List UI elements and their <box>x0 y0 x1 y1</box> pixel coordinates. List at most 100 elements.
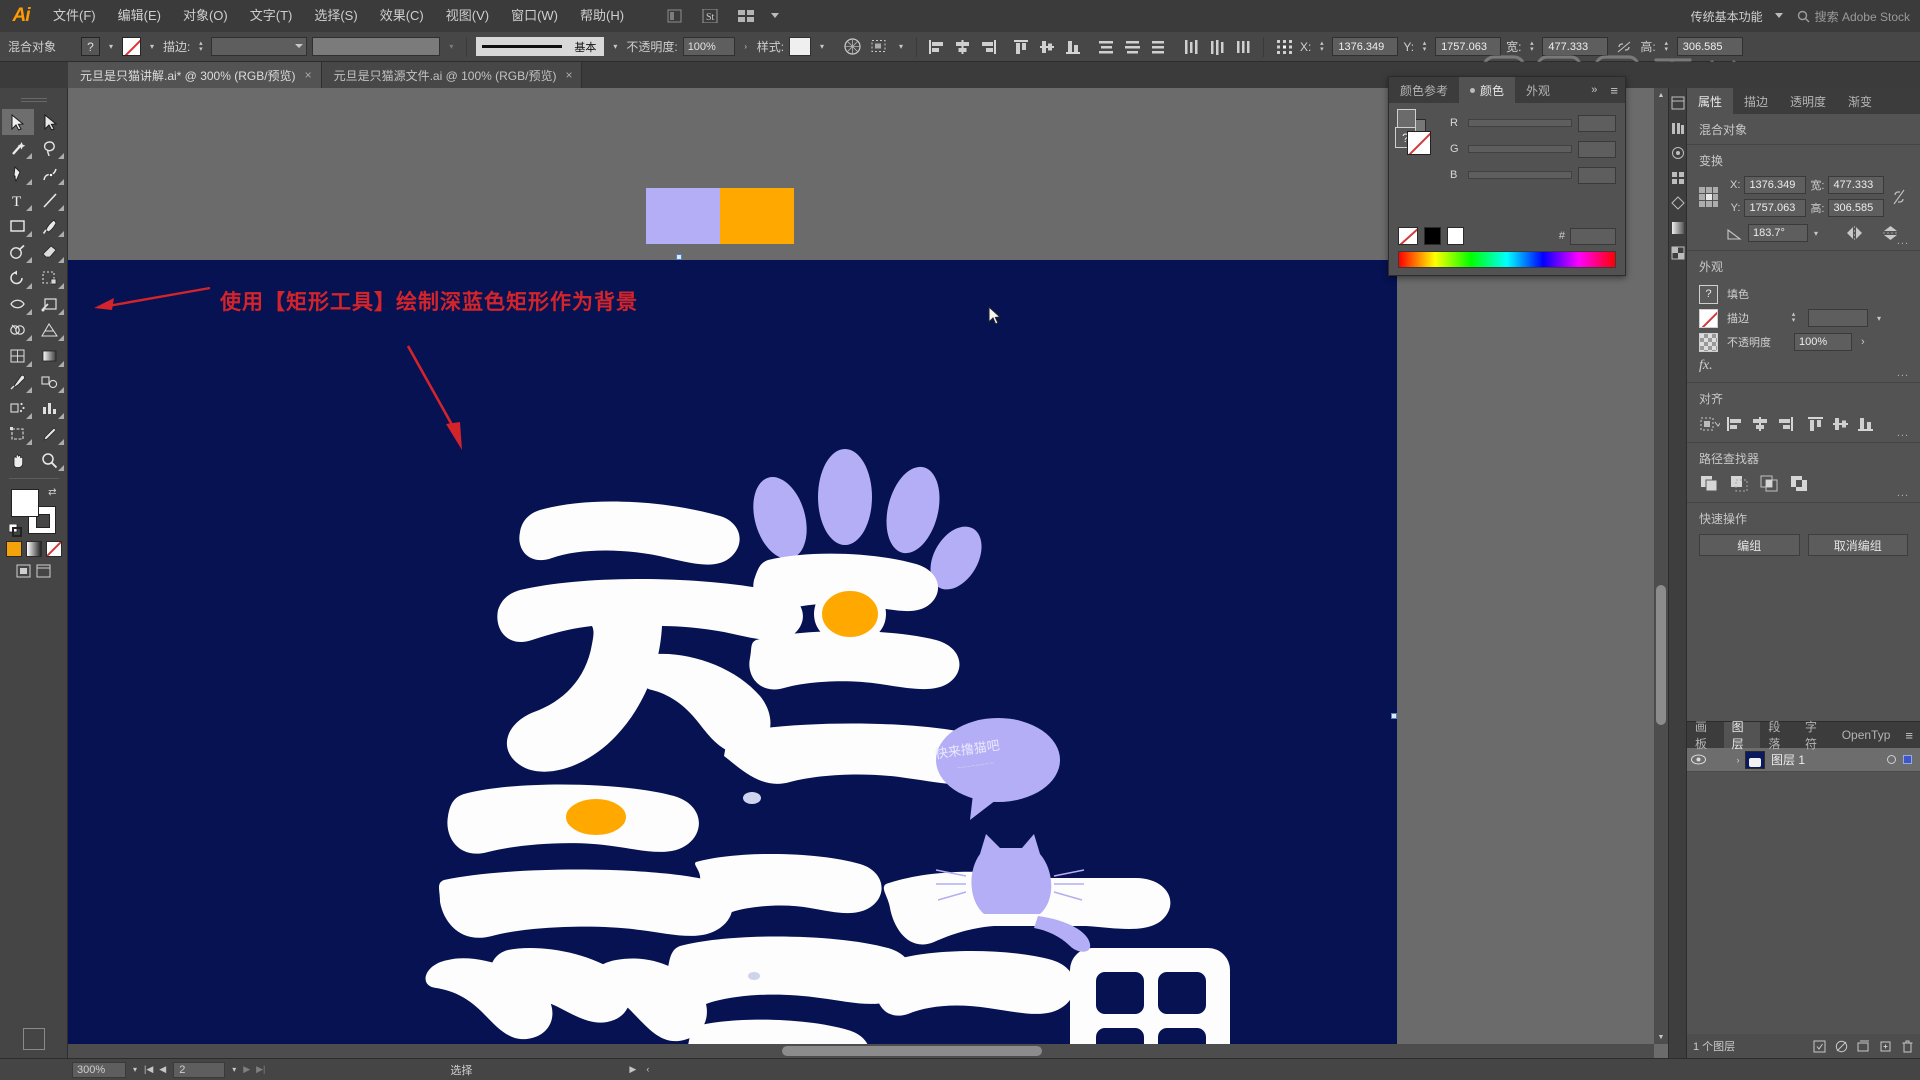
menu-file[interactable]: 文件(F) <box>42 0 107 32</box>
align-bottom-icon[interactable] <box>1063 37 1084 57</box>
opacity-field[interactable]: 100% <box>682 37 735 56</box>
layer-name[interactable]: 图层 1 <box>1771 751 1887 768</box>
exclude-icon[interactable] <box>1789 474 1811 494</box>
tab-opentype[interactable]: OpenTyp <box>1834 722 1899 748</box>
eyedropper-tool[interactable] <box>2 369 34 395</box>
channel-slider-g[interactable] <box>1468 145 1572 153</box>
reference-point-selector[interactable] <box>1699 186 1719 207</box>
stroke-weight-field[interactable] <box>1808 309 1868 327</box>
zoom-tool[interactable] <box>34 447 66 473</box>
symbols-rail-icon[interactable] <box>1670 196 1685 210</box>
artboard-tool[interactable] <box>2 421 34 447</box>
channel-value-r[interactable] <box>1578 114 1616 132</box>
unite-icon[interactable] <box>1699 474 1721 494</box>
document-tab-1[interactable]: 元旦是只猫源文件.ai @ 100% (RGB/预览) × <box>321 62 583 88</box>
stroke-swatch[interactable] <box>1699 308 1718 328</box>
white-swatch[interactable] <box>1447 227 1464 245</box>
tab-layers[interactable]: 图层 <box>1723 720 1761 751</box>
group-button[interactable]: 编组 <box>1699 534 1800 556</box>
purple-swatch[interactable] <box>646 188 720 244</box>
vertical-scroll-thumb[interactable] <box>1656 585 1666 726</box>
scroll-down-icon[interactable]: ▼ <box>1654 1030 1668 1044</box>
transform-more-options[interactable]: ... <box>1897 235 1909 247</box>
panel-menu-icon[interactable]: ≡ <box>1898 722 1920 748</box>
artboard-chevron-icon[interactable]: ▾ <box>232 1065 236 1074</box>
none-button[interactable] <box>45 541 62 557</box>
tab-character[interactable]: 字符 <box>1797 720 1834 751</box>
menu-view[interactable]: 视图(V) <box>435 0 500 32</box>
magic-wand-tool[interactable] <box>2 135 34 161</box>
curvature-tool[interactable] <box>34 161 66 187</box>
document-tab-0[interactable]: 元旦是只猫讲解.ai* @ 300% (RGB/预览) × <box>68 62 322 88</box>
layer-selection-square[interactable] <box>1903 755 1912 764</box>
fx-button[interactable]: fx. <box>1699 358 1908 374</box>
horizontal-scroll-thumb[interactable] <box>781 1046 1042 1056</box>
properties-scroll-area[interactable]: 混合对象 变换 X: 1376.349 宽: 477.333 Y: 1757.0… <box>1687 114 1920 721</box>
menu-object[interactable]: 对象(O) <box>172 0 239 32</box>
distribute-bottom-icon[interactable] <box>1148 37 1169 57</box>
stroke-chevron-icon[interactable]: ▾ <box>1877 314 1881 323</box>
width-field[interactable]: 477.333 <box>1542 37 1609 56</box>
width-tool[interactable] <box>2 291 34 317</box>
rotate-tool[interactable] <box>2 265 34 291</box>
tab-gradient[interactable]: 渐变 <box>1837 88 1883 114</box>
color-swatch-pair[interactable] <box>646 188 794 244</box>
mesh-tool[interactable] <box>2 343 34 369</box>
align-center-h-icon[interactable] <box>1749 414 1770 434</box>
none-swatch[interactable] <box>1398 227 1418 245</box>
swap-fill-stroke-icon[interactable]: ⇄ <box>48 487 56 498</box>
select-similar-chevron-icon[interactable]: ▾ <box>895 42 907 51</box>
status-chevron-icon[interactable]: ‹ <box>646 1064 649 1075</box>
x-field[interactable]: 1376.349 <box>1744 176 1807 194</box>
rotate-angle-field[interactable]: 183.7° <box>1748 224 1808 242</box>
angle-chevron-icon[interactable]: ▾ <box>1814 229 1818 238</box>
stroke-none-swatch[interactable] <box>1407 131 1431 155</box>
workspace-chevron-icon[interactable] <box>1773 5 1785 27</box>
constrain-proportions-icon[interactable] <box>1613 36 1635 58</box>
artwork-illustration[interactable]: 快来撸猫吧 ~~~~~~~~ <box>68 260 1397 1050</box>
channel-slider-b[interactable] <box>1468 171 1572 179</box>
fill-chevron-icon[interactable]: ▾ <box>105 42 117 51</box>
perspective-grid-tool[interactable] <box>34 317 66 343</box>
align-left-icon[interactable] <box>926 37 947 57</box>
last-artboard-button[interactable]: ▶| <box>256 1064 265 1075</box>
distribute-top-icon[interactable] <box>1096 37 1117 57</box>
tab-artboards[interactable]: 画板 <box>1687 720 1724 751</box>
distribute-right-icon[interactable] <box>1233 37 1254 57</box>
tab-properties[interactable]: 属性 <box>1687 88 1734 114</box>
tab-stroke[interactable]: 描边 <box>1733 88 1779 114</box>
recolor-artwork-icon[interactable] <box>841 36 863 58</box>
transform-reference-icon[interactable] <box>1273 36 1295 58</box>
fill-stroke-control[interactable]: ⇄ <box>8 487 57 537</box>
height-field[interactable]: 306.585 <box>1676 37 1743 56</box>
toolbar-drag-handle[interactable] <box>20 98 47 104</box>
gradient-button[interactable] <box>25 541 42 557</box>
opacity-expand-icon[interactable]: › <box>1861 336 1865 348</box>
column-graph-tool[interactable] <box>34 395 66 421</box>
paintbrush-tool[interactable] <box>34 213 66 239</box>
artboard[interactable]: 快来撸猫吧 ~~~~~~~~ <box>68 188 1397 1050</box>
slice-tool[interactable] <box>34 421 66 447</box>
select-similar-icon[interactable] <box>868 36 890 58</box>
profile-chevron-icon[interactable]: ▾ <box>609 42 621 51</box>
channel-value-b[interactable] <box>1578 166 1616 184</box>
selection-handle-top[interactable] <box>676 254 682 260</box>
eye-icon[interactable] <box>1691 754 1713 765</box>
symbol-sprayer-tool[interactable] <box>2 395 34 421</box>
align-top-icon[interactable] <box>1805 414 1826 434</box>
height-field[interactable]: 306.585 <box>1828 199 1885 217</box>
align-center-h-icon[interactable] <box>952 37 973 57</box>
free-transform-tool[interactable] <box>34 291 66 317</box>
new-layer-icon[interactable] <box>1879 1040 1892 1053</box>
intersect-icon[interactable] <box>1759 474 1781 494</box>
opacity-expand-icon[interactable]: › <box>740 42 752 51</box>
gradient-tool[interactable] <box>34 343 66 369</box>
menu-select[interactable]: 选择(S) <box>303 0 368 32</box>
color-spectrum-bar[interactable] <box>1398 251 1616 268</box>
expand-chevron-icon[interactable]: › <box>1731 755 1745 765</box>
selection-handle-right[interactable] <box>1391 713 1397 719</box>
stock-search[interactable]: 搜索 Adobe Stock <box>1796 7 1910 25</box>
color-button[interactable] <box>5 541 22 557</box>
channel-slider-r[interactable] <box>1468 119 1572 127</box>
y-field[interactable]: 1757.063 <box>1435 37 1502 56</box>
